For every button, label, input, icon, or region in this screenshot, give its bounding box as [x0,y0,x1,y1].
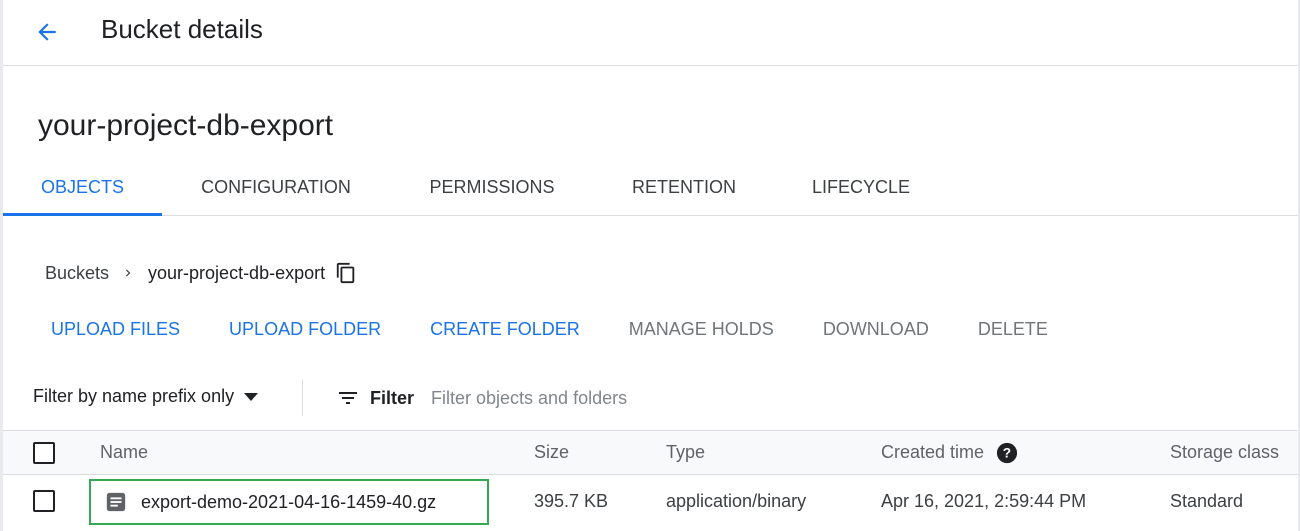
manage-holds-button[interactable]: MANAGE HOLDS [629,319,774,340]
upload-folder-button[interactable]: UPLOAD FOLDER [229,319,381,340]
filter-input[interactable] [431,384,931,412]
object-size: 395.7 KB [534,490,609,511]
delete-button[interactable]: DELETE [978,319,1048,340]
breadcrumb: Buckets your-project-db-export [45,260,357,286]
object-name-link[interactable]: export-demo-2021-04-16-1459-40.gz [141,492,436,513]
filter-button-label: Filter [370,387,415,408]
select-all-checkbox[interactable] [33,441,55,464]
table-row[interactable]: export-demo-2021-04-16-1459-40.gz 395.7 … [3,475,1298,527]
bucket-name-heading: your-project-db-export [38,109,334,142]
object-name-cell: export-demo-2021-04-16-1459-40.gz [89,479,489,525]
filter-divider [302,380,303,416]
column-header-name[interactable]: Name [100,431,148,474]
tab-permissions[interactable]: PERMISSIONS [416,160,568,215]
breadcrumb-buckets-link[interactable]: Buckets [45,263,109,284]
filter-mode-select[interactable]: Filter by name prefix only [33,386,259,407]
filter-mode-label: Filter by name prefix only [33,386,235,406]
filter-button[interactable]: Filter [336,386,414,410]
arrow-back-icon [38,23,56,41]
column-header-created-label[interactable]: Created time [881,442,984,463]
row-select-cell [33,475,55,527]
chevron-right-icon [121,266,135,280]
object-created-time: Apr 16, 2021, 2:59:44 PM [881,490,1087,511]
svg-text:?: ? [1003,445,1011,460]
column-header-size[interactable]: Size [534,431,569,474]
table-header-row: Name Size Type Created time ? Storage cl… [3,430,1298,475]
filter-list-icon [339,392,357,404]
help-icon[interactable]: ? [996,442,1018,464]
create-folder-button[interactable]: CREATE FOLDER [430,319,580,340]
download-button[interactable]: DOWNLOAD [823,319,929,340]
object-actions-bar: UPLOAD FILES UPLOAD FOLDER CREATE FOLDER… [51,314,1097,344]
object-storage-class: Standard [1170,490,1244,511]
file-icon [105,491,127,513]
column-header-type[interactable]: Type [666,431,705,474]
filter-bar: Filter by name prefix only Filter [3,368,1298,430]
row-checkbox[interactable] [33,490,55,512]
column-header-storage[interactable]: Storage class [1170,431,1279,474]
tab-lifecycle[interactable]: LIFECYCLE [800,160,922,215]
dropdown-arrow-icon [244,392,259,402]
upload-files-button[interactable]: UPLOAD FILES [51,319,180,340]
back-button[interactable] [29,14,65,50]
objects-table: Name Size Type Created time ? Storage cl… [3,430,1298,527]
breadcrumb-current: your-project-db-export [148,262,326,283]
tab-objects[interactable]: OBJECTS [3,160,162,216]
tab-retention[interactable]: RETENTION [620,160,748,215]
page-title: Bucket details [101,14,263,44]
select-all-cell [33,431,55,474]
column-header-created: Created time ? [881,431,1018,474]
tab-bar: OBJECTS CONFIGURATION PERMISSIONS RETENT… [3,160,1298,216]
object-type: application/binary [666,490,807,511]
copy-icon[interactable] [335,262,357,284]
tab-configuration[interactable]: CONFIGURATION [188,160,364,215]
page-header: Bucket details [3,0,1298,66]
